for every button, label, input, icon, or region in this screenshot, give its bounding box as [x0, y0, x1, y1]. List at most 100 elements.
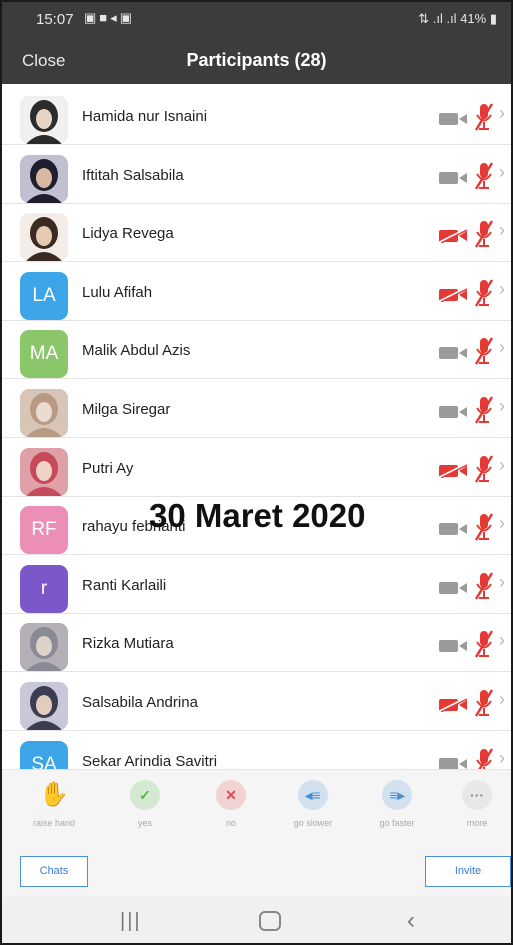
chevron-right-icon: › — [499, 571, 505, 592]
signal-icon: ⇅ .ıl .ıl — [418, 11, 461, 26]
reaction-go-slower[interactable]: ◂≡ go slower — [278, 780, 348, 828]
participant-row[interactable]: Lidya Revega › — [2, 204, 511, 263]
avatar-photo — [20, 682, 68, 730]
avatar-initials: r — [20, 564, 68, 613]
participant-name: Lidya Revega — [82, 225, 174, 243]
mic-muted-icon — [474, 747, 494, 769]
video-camera-icon — [439, 171, 469, 190]
status-bar: 15:07 ▣■◂▣ ⇅ .ıl .ıl 41% ▮ — [2, 2, 511, 38]
reaction-label: no — [225, 818, 236, 828]
video-camera-icon — [439, 639, 469, 658]
more-icon: ··· — [462, 780, 492, 810]
reaction-label: raise hand — [32, 818, 76, 828]
gallery-icon: ▣ — [119, 10, 135, 25]
avatar-photo — [20, 623, 68, 672]
video-camera-icon — [439, 112, 469, 131]
chevron-right-icon: › — [499, 337, 505, 358]
header-bar: Close Participants (28) — [2, 38, 511, 84]
reaction-no[interactable]: ✕ no — [196, 780, 266, 828]
chevron-right-icon: › — [499, 396, 505, 416]
participant-row[interactable]: LA Lulu Afifah › — [2, 263, 511, 321]
overlay-date-text: 30 Maret 2020 — [149, 497, 366, 534]
chevron-right-icon: › — [499, 220, 505, 241]
avatar-initials: MA — [20, 330, 68, 379]
video-camera-icon — [439, 405, 469, 424]
video-off-icon — [439, 286, 469, 307]
reaction-go-faster[interactable]: ≡▸ go faster — [362, 780, 432, 828]
recents-icon[interactable]: ||| — [120, 910, 142, 933]
reaction-raise-hand[interactable]: ✋ raise hand — [19, 780, 89, 828]
avatar-photo — [20, 389, 68, 437]
participant-row[interactable]: Milga Siregar › — [2, 380, 511, 438]
reactions-bar: ✋ raise hand ✓ yes ✕ no ◂≡ go slower ≡▸ go faster… — [2, 769, 511, 842]
participant-name: Iftitah Salsabila — [82, 166, 184, 184]
video-off-icon — [439, 697, 469, 717]
participant-row[interactable]: Hamida nur Isnaini › — [2, 87, 511, 145]
image-icon: ▣ — [84, 10, 100, 25]
video-notification-icon: ■◂ — [99, 10, 120, 25]
mic-muted-icon — [474, 219, 494, 254]
avatar-photo — [20, 447, 68, 496]
mic-muted-icon — [474, 336, 494, 371]
reaction-label: yes — [137, 818, 152, 828]
participant-row[interactable]: Putri Ay › — [2, 439, 511, 497]
mic-muted-icon — [474, 688, 494, 723]
avatar-initials: SA — [20, 740, 68, 769]
reaction-yes[interactable]: ✓ yes — [110, 780, 180, 828]
participant-name: Milga Siregar — [82, 401, 171, 418]
mic-muted-icon — [474, 629, 494, 664]
reaction-label: go faster — [379, 818, 415, 828]
screen: 15:07 ▣■◂▣ ⇅ .ıl .ıl 41% ▮ Close Partici… — [0, 0, 513, 945]
video-camera-icon — [439, 522, 469, 541]
invite-button[interactable]: Invite — [425, 856, 511, 887]
participant-row[interactable]: Rizka Mutiara › — [2, 614, 511, 673]
video-off-icon — [439, 228, 469, 248]
hand-icon: ✋ — [39, 781, 69, 808]
chevron-right-icon: › — [499, 747, 505, 768]
avatar-photo — [20, 96, 68, 144]
chevron-right-icon: › — [499, 454, 505, 475]
avatar-photo — [20, 154, 68, 203]
reaction-more[interactable]: ··· more — [442, 780, 511, 828]
participant-name: Malik Abdul Azis — [82, 342, 191, 360]
participant-row[interactable]: SA Sekar Arindia Savitri › — [2, 732, 511, 769]
participant-row[interactable]: MA Malik Abdul Azis › — [2, 321, 511, 380]
mic-muted-icon — [474, 278, 494, 313]
participant-name: Hamida nur Isnaini — [82, 108, 208, 125]
chevron-right-icon: › — [499, 630, 505, 651]
mic-muted-icon — [474, 454, 494, 489]
chevron-right-icon: › — [499, 103, 505, 123]
fast-forward-icon: ≡▸ — [382, 780, 412, 810]
x-icon: ✕ — [216, 780, 246, 810]
video-off-icon — [439, 462, 469, 483]
battery-level: 41% — [460, 11, 487, 26]
participant-name: Ranti Karlaili — [82, 576, 167, 594]
back-icon[interactable]: ‹ — [407, 907, 415, 935]
mic-muted-icon — [474, 571, 494, 606]
participant-name: Rizka Mutiara — [82, 635, 174, 653]
mic-muted-icon — [474, 161, 494, 196]
reaction-label: more — [466, 818, 488, 828]
participant-name: Salsabila Andrina — [82, 694, 198, 711]
rewind-icon: ◂≡ — [298, 780, 328, 810]
reaction-label: go slower — [293, 818, 333, 828]
avatar-initials: RF — [20, 506, 68, 555]
chevron-right-icon: › — [499, 278, 505, 299]
action-bar: Chats Invite — [2, 842, 511, 897]
participant-row[interactable]: Salsabila Andrina › — [2, 673, 511, 731]
avatar-photo — [20, 213, 68, 262]
chats-button[interactable]: Chats — [20, 856, 88, 887]
participant-row[interactable]: Iftitah Salsabila › — [2, 146, 511, 204]
status-time: 15:07 — [36, 11, 74, 28]
chevron-right-icon: › — [499, 689, 505, 709]
chevron-right-icon: › — [499, 513, 505, 534]
mic-muted-icon — [474, 102, 494, 137]
overlay-obscured-text — [175, 413, 350, 427]
participant-row[interactable]: r Ranti Karlaili › — [2, 556, 511, 614]
participant-name: Putri Ay — [82, 459, 134, 477]
check-icon: ✓ — [130, 780, 160, 810]
home-icon[interactable] — [259, 911, 281, 931]
mic-muted-icon — [474, 512, 494, 547]
status-right: ⇅ .ıl .ıl 41% ▮ — [418, 11, 497, 27]
participant-name: Lulu Afifah — [82, 283, 153, 301]
